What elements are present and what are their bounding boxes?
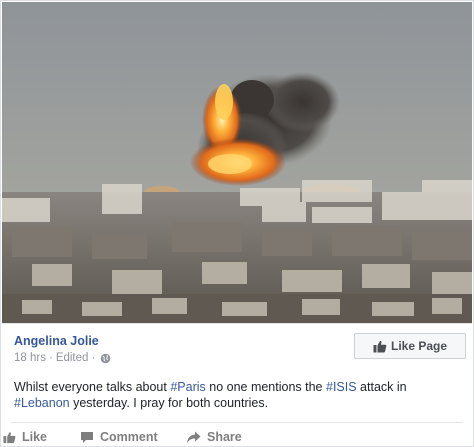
action-bar: Like Comment Share: [1, 428, 473, 447]
hashtag-isis[interactable]: #ISIS: [326, 380, 357, 394]
meta-separator: ·: [48, 352, 53, 364]
hashtag-paris[interactable]: #Paris: [170, 380, 205, 394]
post-time[interactable]: 18 hrs: [14, 352, 46, 364]
share-arrow-icon: [187, 431, 201, 443]
globe-icon[interactable]: [100, 353, 111, 364]
text-segment: no one mentions the: [205, 380, 326, 394]
text-segment: yesterday. I pray for both countries.: [69, 396, 269, 410]
hashtag-lebanon[interactable]: #Lebanon: [14, 396, 70, 410]
post-edited[interactable]: Edited ·: [56, 352, 96, 364]
text-segment: attack in: [356, 380, 407, 394]
post-card: Angelina Jolie 18 hrs · Edited · Like Pa…: [0, 0, 474, 447]
share-label: Share: [207, 430, 242, 444]
actions-divider: [11, 422, 463, 423]
like-button[interactable]: Like: [3, 430, 47, 444]
explosion-city-image: [2, 2, 472, 323]
share-button[interactable]: Share: [186, 430, 242, 444]
post-text: Whilst everyone talks about #Paris no on…: [14, 379, 464, 411]
comment-label: Comment: [100, 430, 158, 444]
like-page-label: Like Page: [390, 339, 448, 353]
post-author[interactable]: Angelina Jolie: [14, 334, 99, 348]
post-photo[interactable]: [2, 2, 472, 324]
text-segment: Whilst everyone talks about: [14, 380, 171, 394]
thumbs-up-icon: [373, 340, 387, 352]
post-meta: 18 hrs · Edited ·: [14, 351, 111, 365]
thumbs-up-icon: [3, 431, 16, 443]
like-label: Like: [22, 430, 48, 444]
comment-bubble-icon: [81, 431, 93, 443]
comment-button[interactable]: Comment: [80, 430, 158, 444]
like-page-button[interactable]: Like Page: [354, 333, 466, 359]
